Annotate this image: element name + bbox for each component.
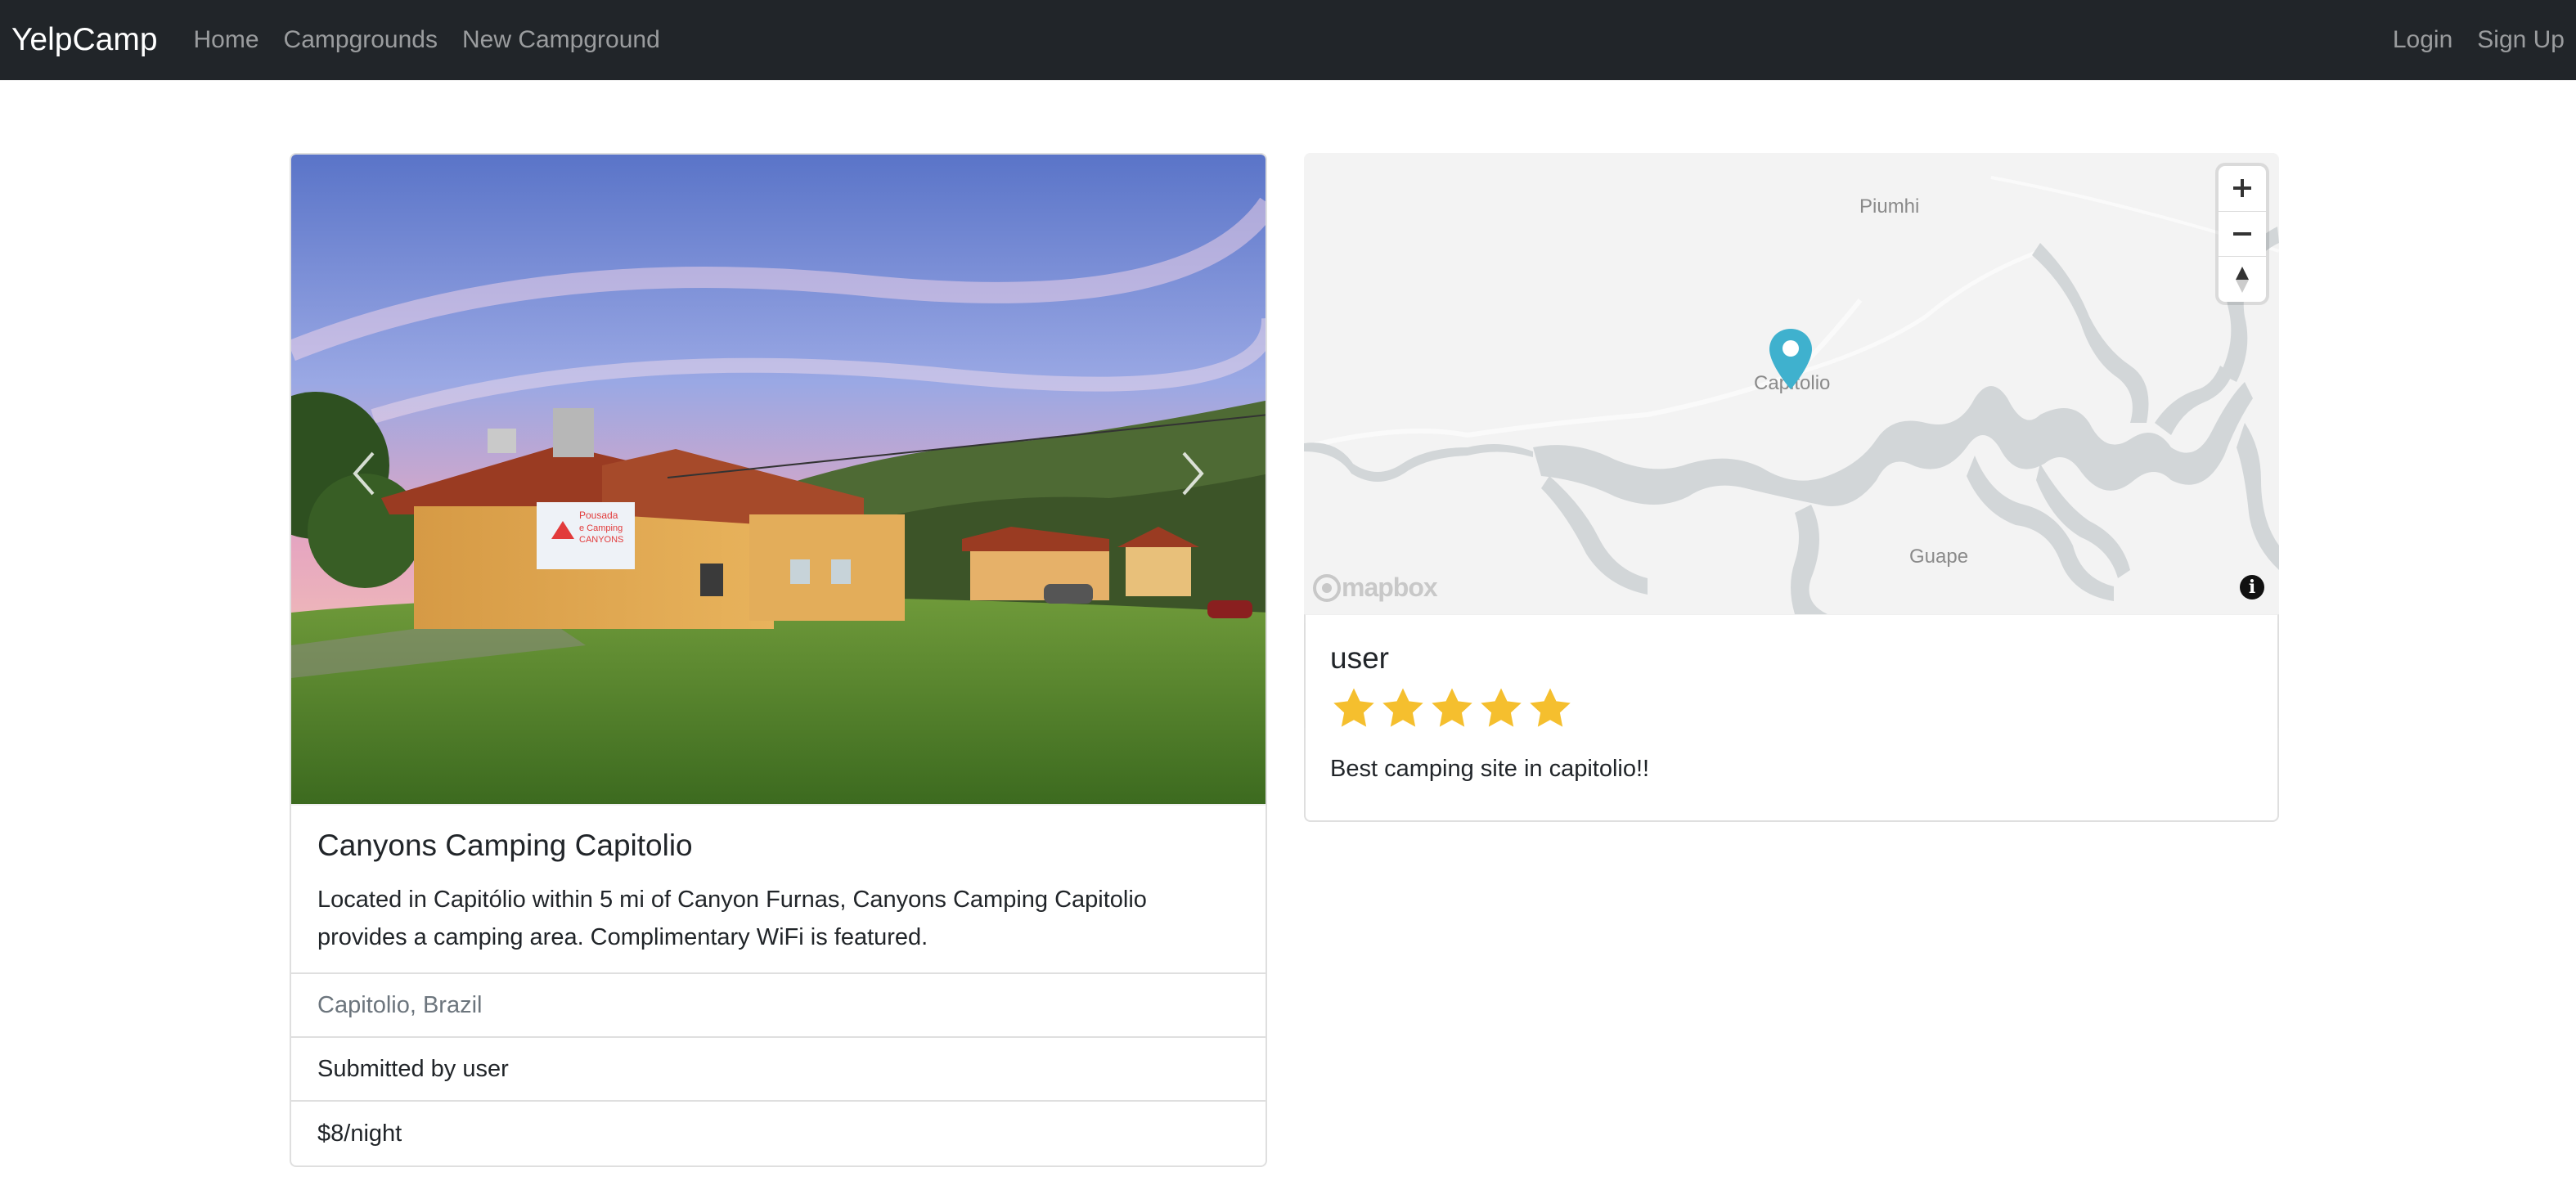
nav-link-new-campground[interactable]: New Campground: [462, 26, 660, 54]
review-card: user Best camping site in capitolio!!: [1304, 614, 2279, 822]
svg-text:e Camping: e Camping: [579, 523, 623, 533]
star-icon: [1530, 688, 1571, 727]
compass-button[interactable]: [2219, 257, 2266, 302]
zoom-out-button[interactable]: [2219, 212, 2266, 258]
login-link[interactable]: Login: [2393, 26, 2452, 54]
campground-card: Pousada e Camping CANYONS Canyons Campin…: [290, 153, 1267, 1167]
compass-icon: [2236, 266, 2249, 293]
map-label-piumhi: Piumhi: [1859, 195, 1920, 218]
campground-photo: Pousada e Camping CANYONS: [291, 155, 1266, 804]
zoom-out-icon: [2233, 232, 2251, 236]
mapbox-icon: [1313, 573, 1341, 602]
star-icon: [1382, 688, 1423, 727]
svg-text:CANYONS: CANYONS: [579, 535, 623, 545]
star-icon: [1333, 688, 1374, 727]
mapbox-logo[interactable]: mapbox: [1312, 573, 1438, 603]
review-author: user: [1330, 641, 1389, 675]
review-body: Best camping site in capitolio!!: [1330, 756, 1650, 782]
review-star-rating: [1330, 685, 2253, 731]
map-navigation-controls: [2219, 166, 2266, 302]
signup-link[interactable]: Sign Up: [2477, 26, 2565, 54]
carousel-prev-button[interactable]: [324, 433, 406, 514]
nav-link-campgrounds[interactable]: Campgrounds: [284, 26, 438, 54]
zoom-in-icon: [2233, 179, 2251, 198]
info-icon[interactable]: i: [2240, 575, 2264, 599]
mapbox-attribution: mapbox: [1342, 573, 1438, 602]
map-pin-icon[interactable]: [1768, 327, 1814, 393]
campground-card-body: Canyons Camping Capitolio Located in Cap…: [291, 806, 1266, 974]
carousel-next-button[interactable]: [1151, 433, 1233, 514]
image-carousel: Pousada e Camping CANYONS: [291, 155, 1266, 806]
campground-submitted-by: Submitted by user: [291, 1038, 1266, 1102]
star-icon: [1481, 688, 1522, 727]
chevron-right-icon: [1182, 451, 1204, 496]
brand-link[interactable]: YelpCamp: [11, 22, 158, 58]
chevron-left-icon: [353, 451, 375, 496]
svg-text:Pousada: Pousada: [579, 510, 618, 521]
navbar-right: Login Sign Up: [2368, 26, 2565, 54]
navbar: YelpCamp Home Campgrounds New Campground…: [0, 0, 2576, 80]
campground-description: Located in Capitólio within 5 mi of Cany…: [317, 887, 1147, 950]
campground-location: Capitolio, Brazil: [291, 974, 1266, 1038]
star-icon: [1432, 688, 1472, 727]
nav-link-home[interactable]: Home: [194, 26, 259, 54]
campground-price: $8/night: [317, 1120, 402, 1147]
campground-title: Canyons Camping Capitolio: [317, 829, 693, 862]
zoom-in-button[interactable]: [2219, 166, 2266, 212]
map-label-guape: Guape: [1909, 546, 1969, 568]
